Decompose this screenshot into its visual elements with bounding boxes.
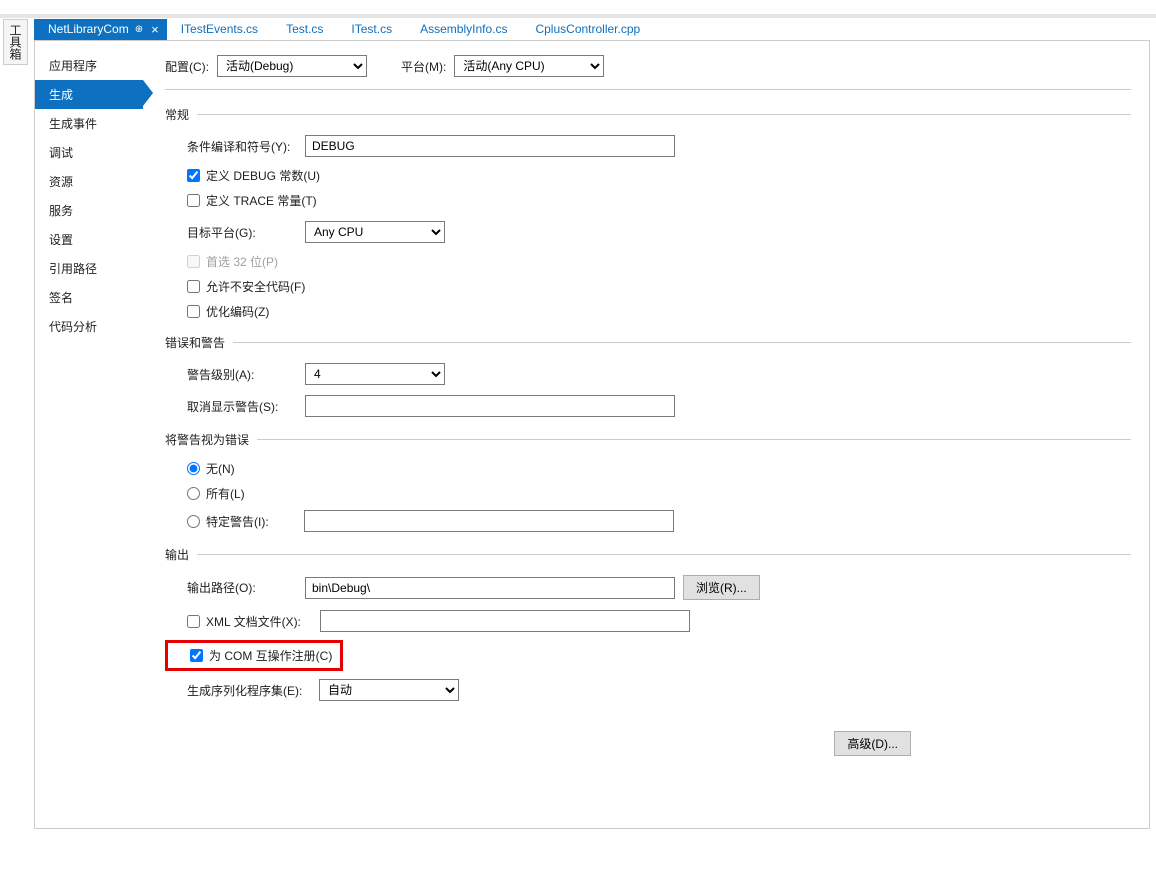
sidebar-item-refpaths[interactable]: 引用路径 (35, 254, 143, 283)
platform-select[interactable]: 活动(Any CPU) (454, 55, 604, 77)
cond-symbols-label: 条件编译和符号(Y): (187, 138, 297, 155)
config-select[interactable]: 活动(Debug) (217, 55, 367, 77)
xml-doc-checkbox[interactable] (187, 615, 200, 628)
xml-doc-input[interactable] (320, 610, 690, 632)
sidebar-item-code-analysis[interactable]: 代码分析 (35, 312, 143, 341)
sidebar-item-resources[interactable]: 资源 (35, 167, 143, 196)
section-treat-label: 将警告视为错误 (165, 431, 249, 448)
cond-symbols-input[interactable] (305, 135, 675, 157)
section-output-label: 输出 (165, 546, 189, 563)
section-errors: 错误和警告 (165, 334, 1131, 351)
section-errors-label: 错误和警告 (165, 334, 225, 351)
treat-all-radio[interactable] (187, 487, 200, 500)
allow-unsafe-label: 允许不安全代码(F) (206, 278, 305, 295)
pin-icon[interactable]: ⊕ (135, 24, 143, 35)
suppress-warn-input[interactable] (305, 395, 675, 417)
treat-specific-label: 特定警告(I): (206, 513, 298, 530)
toolbox-tab[interactable]: 工具箱 (3, 19, 28, 65)
warn-level-select[interactable]: 4 (305, 363, 445, 385)
prefer-32bit-label: 首选 32 位(P) (206, 253, 278, 270)
sidebar-item-build-events[interactable]: 生成事件 (35, 109, 143, 138)
editor-tabs: NetLibraryCom ⊕ × ITestEvents.cs Test.cs… (34, 18, 654, 40)
allow-unsafe-checkbox[interactable] (187, 280, 200, 293)
warn-level-label: 警告级别(A): (187, 366, 297, 383)
tab-cpluscontroller[interactable]: CplusController.cpp (521, 19, 654, 39)
section-general-label: 常规 (165, 106, 189, 123)
close-icon[interactable]: × (149, 22, 161, 37)
sidebar-item-settings[interactable]: 设置 (35, 225, 143, 254)
config-label: 配置(C): (165, 58, 209, 75)
sidebar-item-debug[interactable]: 调试 (35, 138, 143, 167)
sidebar-item-app[interactable]: 应用程序 (35, 51, 143, 80)
target-platform-select[interactable]: Any CPU (305, 221, 445, 243)
serialization-label: 生成序列化程序集(E): (187, 682, 311, 699)
sidebar-item-build[interactable]: 生成 (35, 80, 143, 109)
content-area: 配置(C): 活动(Debug) 平台(M): 活动(Any CPU) 常规 条… (143, 41, 1149, 828)
optimize-label: 优化编码(Z) (206, 303, 269, 320)
tab-label: NetLibraryCom (48, 22, 129, 36)
divider (165, 89, 1131, 90)
section-output: 输出 (165, 546, 1131, 563)
treat-all-label: 所有(L) (206, 485, 245, 502)
com-register-checkbox[interactable] (190, 649, 203, 662)
target-platform-label: 目标平台(G): (187, 224, 297, 241)
section-general: 常规 (165, 106, 1131, 123)
output-path-label: 输出路径(O): (187, 579, 297, 596)
tab-itest[interactable]: ITest.cs (337, 19, 406, 39)
xml-doc-label: XML 文档文件(X): (206, 613, 314, 630)
com-register-label: 为 COM 互操作注册(C) (209, 647, 332, 664)
define-debug-checkbox[interactable] (187, 169, 200, 182)
platform-label: 平台(M): (401, 58, 446, 75)
treat-none-radio[interactable] (187, 462, 200, 475)
output-path-input[interactable] (305, 577, 675, 599)
tab-test[interactable]: Test.cs (272, 19, 337, 39)
define-debug-label: 定义 DEBUG 常数(U) (206, 167, 320, 184)
treat-specific-input[interactable] (304, 510, 674, 532)
section-treat-as-err: 将警告视为错误 (165, 431, 1131, 448)
sidebar-item-signing[interactable]: 签名 (35, 283, 143, 312)
main-panel: 应用程序 生成 生成事件 调试 资源 服务 设置 引用路径 签名 代码分析 配置… (34, 40, 1150, 829)
suppress-warn-label: 取消显示警告(S): (187, 398, 297, 415)
prefer-32bit-checkbox (187, 255, 200, 268)
property-sidebar: 应用程序 生成 生成事件 调试 资源 服务 设置 引用路径 签名 代码分析 (35, 41, 143, 828)
serialization-select[interactable]: 自动 (319, 679, 459, 701)
define-trace-label: 定义 TRACE 常量(T) (206, 192, 317, 209)
treat-specific-radio[interactable] (187, 515, 200, 528)
sidebar-item-services[interactable]: 服务 (35, 196, 143, 225)
browse-button[interactable]: 浏览(R)... (683, 575, 760, 600)
tab-assemblyinfo[interactable]: AssemblyInfo.cs (406, 19, 521, 39)
tab-itestevents[interactable]: ITestEvents.cs (167, 19, 272, 39)
advanced-button[interactable]: 高级(D)... (834, 731, 911, 756)
tab-netlibrarycom[interactable]: NetLibraryCom ⊕ × (34, 19, 167, 40)
treat-none-label: 无(N) (206, 460, 235, 477)
com-register-highlight: 为 COM 互操作注册(C) (165, 640, 343, 671)
define-trace-checkbox[interactable] (187, 194, 200, 207)
optimize-checkbox[interactable] (187, 305, 200, 318)
